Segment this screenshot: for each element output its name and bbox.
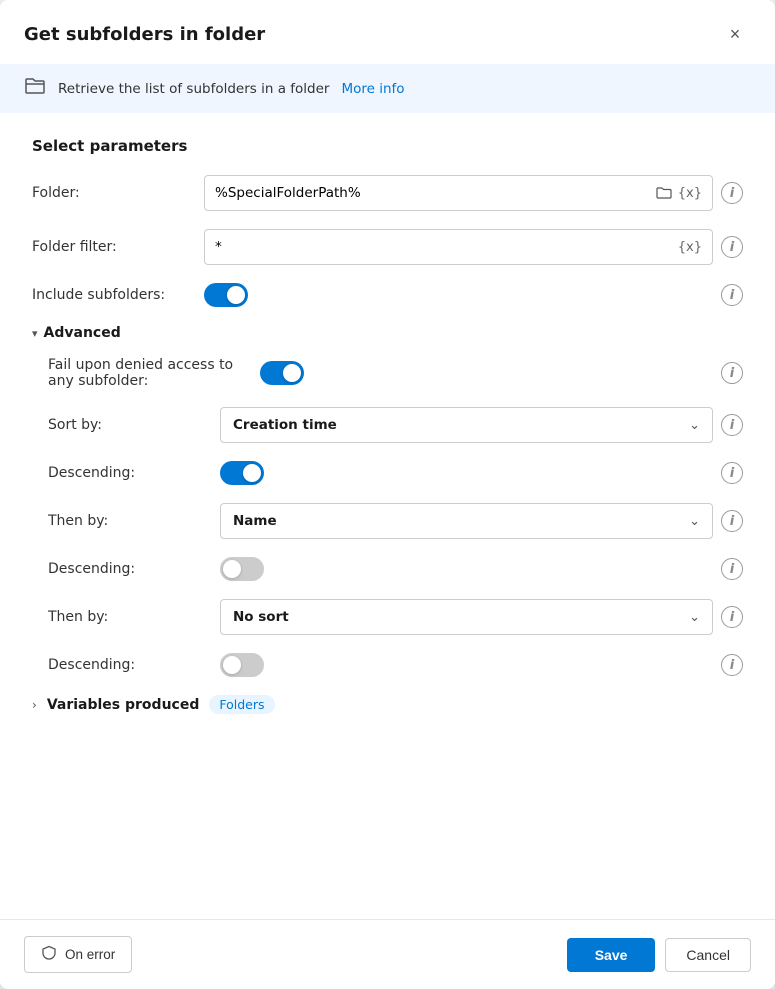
sort-by-label: Sort by: [48,417,208,433]
then-by-2-dropdown[interactable]: No sort ⌄ [220,599,713,635]
include-subfolders-wrap: i [204,283,743,307]
then-by-2-label: Then by: [48,609,208,625]
dialog: Get subfolders in folder × Retrieve the … [0,0,775,989]
banner-text: Retrieve the list of subfolders in a fol… [58,81,329,97]
folder-filter-value: * [215,239,222,255]
sort-by-chevron-icon: ⌄ [689,418,700,433]
then-by-1-info-icon[interactable]: i [721,510,743,532]
sort-by-row: Sort by: Creation time ⌄ i [32,407,743,443]
folder-input-wrap: %SpecialFolderPath% {x} i [204,175,743,211]
then-by-2-value: No sort [233,609,289,625]
sort-by-dropdown[interactable]: Creation time ⌄ [220,407,713,443]
folder-filter-icons: {x} [678,240,702,255]
shield-icon [41,945,57,964]
folder-icon [24,76,46,101]
descending-3-label: Descending: [48,657,208,673]
folder-value: %SpecialFolderPath% [215,185,361,201]
then-by-1-label: Then by: [48,513,208,529]
folder-row: Folder: %SpecialFolderPath% {x} i [32,175,743,211]
include-subfolders-info-icon[interactable]: i [721,284,743,306]
variables-title: Variables produced [47,697,200,713]
folder-filter-input-wrap: * {x} i [204,229,743,265]
descending-3-row: Descending: i [32,653,743,677]
more-info-link[interactable]: More info [341,81,404,97]
close-button[interactable]: × [719,18,751,50]
descending-2-row: Descending: i [32,557,743,581]
descending-1-toggle[interactable] [220,461,264,485]
folder-filter-info-icon[interactable]: i [721,236,743,258]
fail-access-toggle[interactable] [260,361,304,385]
dialog-footer: On error Save Cancel [0,919,775,989]
then-by-2-chevron-icon: ⌄ [689,610,700,625]
sort-by-value: Creation time [233,417,337,433]
browse-folder-icon [656,185,672,201]
fail-access-row: Fail upon denied access to any subfolder… [32,357,743,389]
filter-curly-braces-icon: {x} [678,240,702,255]
then-by-2-info-icon[interactable]: i [721,606,743,628]
then-by-1-wrap: Name ⌄ i [220,503,743,539]
variables-chevron-icon: › [32,698,37,712]
fail-access-label: Fail upon denied access to any subfolder… [48,357,248,389]
then-by-1-row: Then by: Name ⌄ i [32,503,743,539]
sort-by-wrap: Creation time ⌄ i [220,407,743,443]
folder-input-icons: {x} [656,185,702,201]
save-button[interactable]: Save [567,938,656,972]
descending-2-toggle[interactable] [220,557,264,581]
folder-input-box[interactable]: %SpecialFolderPath% {x} [204,175,713,211]
descending-2-label: Descending: [48,561,208,577]
descending-1-wrap: i [220,461,743,485]
fail-access-wrap: i [260,361,743,385]
footer-actions: Save Cancel [567,938,751,972]
cancel-button[interactable]: Cancel [665,938,751,972]
section-title: Select parameters [32,137,743,155]
sort-by-info-icon[interactable]: i [721,414,743,436]
fail-access-info-icon[interactable]: i [721,362,743,384]
dialog-title: Get subfolders in folder [24,24,265,45]
folder-filter-input-box[interactable]: * {x} [204,229,713,265]
advanced-body: Fail upon denied access to any subfolder… [32,357,743,677]
then-by-2-row: Then by: No sort ⌄ i [32,599,743,635]
descending-3-toggle[interactable] [220,653,264,677]
advanced-section: ▾ Advanced Fail upon denied access to an… [32,325,743,677]
descending-2-info-icon[interactable]: i [721,558,743,580]
include-subfolders-row: Include subfolders: i [32,283,743,307]
folder-filter-label: Folder filter: [32,239,192,255]
include-subfolders-toggle[interactable] [204,283,248,307]
descending-1-row: Descending: i [32,461,743,485]
dialog-header: Get subfolders in folder × [0,0,775,64]
then-by-1-dropdown[interactable]: Name ⌄ [220,503,713,539]
descending-1-info-icon[interactable]: i [721,462,743,484]
curly-braces-icon: {x} [678,186,702,201]
folder-label: Folder: [32,185,192,201]
descending-2-wrap: i [220,557,743,581]
then-by-1-chevron-icon: ⌄ [689,514,700,529]
advanced-header[interactable]: ▾ Advanced [32,325,743,341]
then-by-2-wrap: No sort ⌄ i [220,599,743,635]
folder-info-icon[interactable]: i [721,182,743,204]
on-error-button[interactable]: On error [24,936,132,973]
folders-badge: Folders [209,695,274,714]
info-banner: Retrieve the list of subfolders in a fol… [0,64,775,113]
variables-header: Variables produced [47,697,200,713]
then-by-1-value: Name [233,513,277,529]
descending-3-wrap: i [220,653,743,677]
folder-filter-row: Folder filter: * {x} i [32,229,743,265]
variables-section[interactable]: › Variables produced Folders [32,695,743,714]
include-subfolders-label: Include subfolders: [32,287,192,303]
on-error-label: On error [65,947,115,962]
descending-1-label: Descending: [48,465,208,481]
dialog-body: Select parameters Folder: %SpecialFolder… [0,113,775,919]
advanced-chevron-icon: ▾ [32,327,38,340]
advanced-title: Advanced [44,325,121,341]
descending-3-info-icon[interactable]: i [721,654,743,676]
